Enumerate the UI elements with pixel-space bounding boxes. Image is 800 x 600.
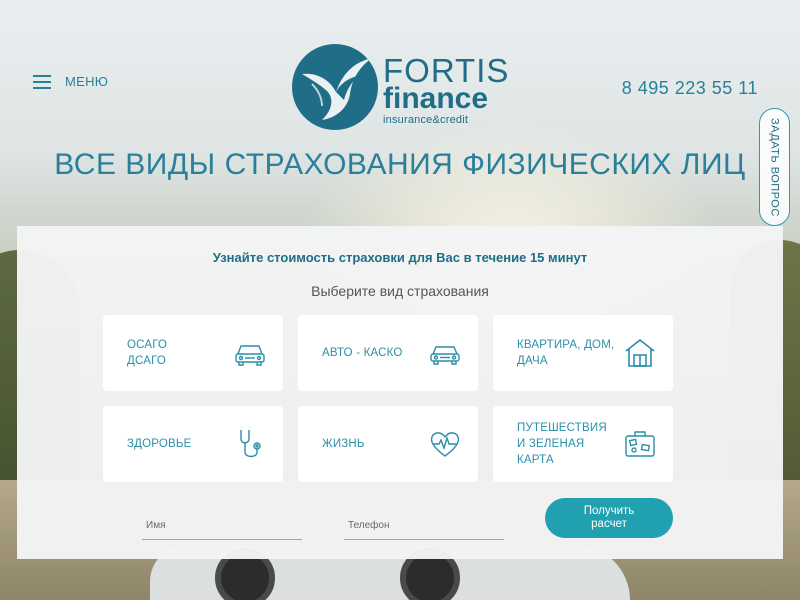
tile-label: ПУТЕШЕСТВИЯ И ЗЕЛЕНАЯ КАРТА <box>517 422 607 466</box>
house-icon <box>623 336 657 370</box>
bird-logo-icon <box>292 44 378 130</box>
tile-label: АВТО - КАСКО <box>322 347 403 359</box>
get-quote-label: Получить расчет <box>583 505 635 530</box>
name-field[interactable] <box>142 512 302 540</box>
suitcase-icon <box>623 427 657 461</box>
tile-life[interactable]: ЖИЗНЬ <box>298 406 478 482</box>
insurance-form-card: Узнайте стоимость страховки для Вас в те… <box>17 226 783 559</box>
form-heading: Узнайте стоимость страховки для Вас в те… <box>212 250 588 265</box>
page-title: ВСЕ ВИДЫ СТРАХОВАНИЯ ФИЗИЧЕСКИХ ЛИЦ <box>54 148 746 181</box>
name-input[interactable] <box>142 512 302 539</box>
stethoscope-icon <box>233 427 267 461</box>
tile-label: ЗДОРОВЬЕ <box>127 438 192 450</box>
car-front-icon <box>233 336 267 370</box>
form-subheading: Выберите вид страхования <box>311 283 489 299</box>
tile-label: ОСАГО ДСАГО <box>127 339 168 367</box>
logo-text-tagline: insurance&credit <box>383 114 469 126</box>
brand-logo[interactable]: FORTIS finance insurance&credit <box>292 42 508 130</box>
logo-text-finance: finance <box>383 82 489 115</box>
menu-button[interactable]: МЕНЮ <box>33 74 108 89</box>
tile-property[interactable]: КВАРТИРА, ДОМ, ДАЧА <box>493 315 673 391</box>
get-quote-button[interactable]: Получить расчет <box>545 498 673 538</box>
hamburger-icon <box>33 74 51 89</box>
phone-field[interactable] <box>344 512 504 540</box>
menu-label: МЕНЮ <box>65 74 109 89</box>
tile-kasko[interactable]: АВТО - КАСКО <box>298 315 478 391</box>
tile-health[interactable]: ЗДОРОВЬЕ <box>103 406 283 482</box>
tile-travel[interactable]: ПУТЕШЕСТВИЯ И ЗЕЛЕНАЯ КАРТА <box>493 406 673 482</box>
tile-osago[interactable]: ОСАГО ДСАГО <box>103 315 283 391</box>
phone-number[interactable]: 8 495 223 55 11 <box>622 78 758 99</box>
tile-label: КВАРТИРА, ДОМ, ДАЧА <box>517 339 615 367</box>
car-front-icon <box>428 336 462 370</box>
heart-pulse-icon <box>428 427 462 461</box>
phone-input[interactable] <box>344 512 504 539</box>
tile-label: ЖИЗНЬ <box>322 438 365 450</box>
